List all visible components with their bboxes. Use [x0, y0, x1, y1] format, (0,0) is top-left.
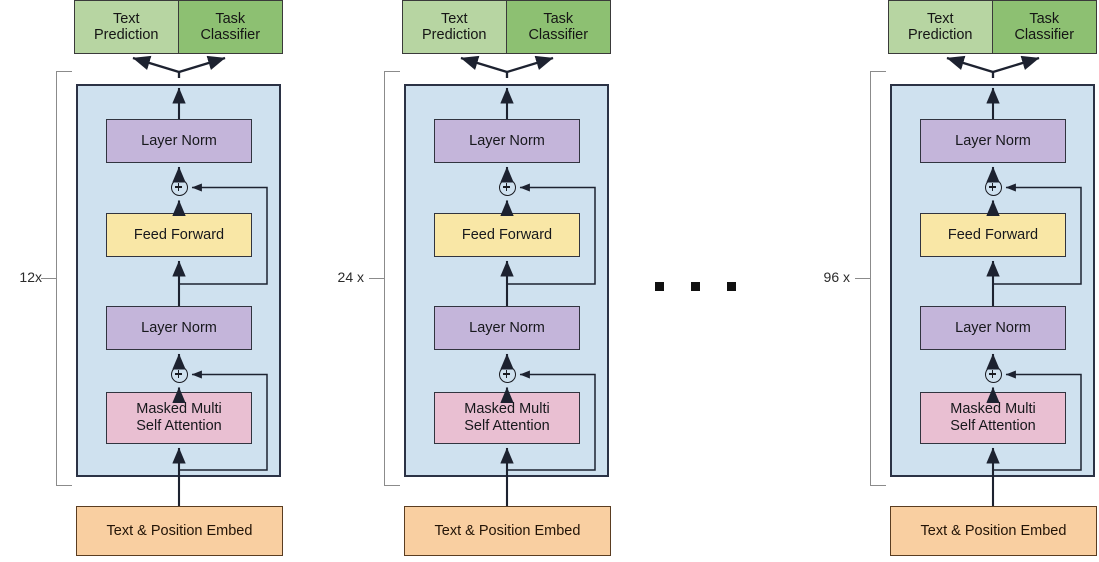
layer-norm-bottom-box[interactable]: Layer Norm [920, 306, 1066, 350]
text-position-embed-label: Text & Position Embed [106, 522, 253, 539]
masked-attention-label: Masked Multi Self Attention [950, 401, 1036, 434]
output-heads-group: Text Prediction Task Classifier [888, 0, 1097, 54]
diagram-canvas: Text Prediction Task Classifier 12x Laye… [0, 0, 1099, 562]
feed-forward-box[interactable]: Feed Forward [434, 213, 580, 257]
text-prediction-head[interactable]: Text Prediction [889, 1, 993, 53]
layer-norm-bottom-label: Layer Norm [955, 319, 1031, 336]
text-position-embed-box[interactable]: Text & Position Embed [404, 506, 611, 556]
transformer-column-24x: Text Prediction Task Classifier 24 x Lay… [328, 0, 628, 562]
text-prediction-label: Text Prediction [422, 10, 487, 43]
repeat-bracket-tick [41, 278, 57, 279]
task-classifier-head[interactable]: Task Classifier [178, 1, 282, 53]
repeat-count-label: 24 x [337, 269, 364, 285]
residual-add-bottom-icon [170, 366, 188, 383]
masked-attention-label: Masked Multi Self Attention [464, 401, 550, 434]
feed-forward-label: Feed Forward [461, 226, 553, 243]
feed-forward-label: Feed Forward [947, 226, 1039, 243]
layer-norm-bottom-label: Layer Norm [469, 319, 545, 336]
repeat-bracket [56, 71, 72, 486]
text-prediction-label: Text Prediction [94, 10, 159, 43]
more-columns-ellipsis [655, 282, 745, 294]
transformer-column-12x: Text Prediction Task Classifier 12x Laye… [0, 0, 300, 562]
text-prediction-label: Text Prediction [908, 10, 973, 43]
text-position-embed-box[interactable]: Text & Position Embed [890, 506, 1097, 556]
repeat-bracket-tick [369, 278, 385, 279]
task-classifier-label: Task Classifier [200, 10, 261, 43]
feed-forward-label: Feed Forward [133, 226, 225, 243]
layer-norm-bottom-label: Layer Norm [141, 319, 217, 336]
text-prediction-head[interactable]: Text Prediction [75, 1, 179, 53]
task-classifier-label: Task Classifier [528, 10, 589, 43]
output-heads-group: Text Prediction Task Classifier [402, 0, 611, 54]
layer-norm-bottom-box[interactable]: Layer Norm [106, 306, 252, 350]
feed-forward-box[interactable]: Feed Forward [920, 213, 1066, 257]
layer-norm-bottom-box[interactable]: Layer Norm [434, 306, 580, 350]
repeat-bracket-tick [855, 278, 871, 279]
feed-forward-box[interactable]: Feed Forward [106, 213, 252, 257]
layer-norm-top-box[interactable]: Layer Norm [106, 119, 252, 163]
text-prediction-head[interactable]: Text Prediction [403, 1, 507, 53]
text-position-embed-label: Text & Position Embed [920, 522, 1067, 539]
residual-add-bottom-icon [498, 366, 516, 383]
repeat-bracket [384, 71, 400, 486]
layer-norm-top-box[interactable]: Layer Norm [920, 119, 1066, 163]
task-classifier-label: Task Classifier [1014, 10, 1075, 43]
repeat-count-label: 12x [19, 269, 42, 285]
task-classifier-head[interactable]: Task Classifier [506, 1, 610, 53]
text-position-embed-box[interactable]: Text & Position Embed [76, 506, 283, 556]
masked-multi-self-attention-box[interactable]: Masked Multi Self Attention [920, 392, 1066, 444]
text-position-embed-label: Text & Position Embed [434, 522, 581, 539]
residual-add-top-icon [498, 179, 516, 196]
repeat-count-label: 96 x [823, 269, 850, 285]
output-heads-group: Text Prediction Task Classifier [74, 0, 283, 54]
layer-norm-top-label: Layer Norm [955, 132, 1031, 149]
ellipsis-dot [727, 282, 736, 291]
masked-attention-label: Masked Multi Self Attention [136, 401, 222, 434]
repeat-bracket [870, 71, 886, 486]
layer-norm-top-box[interactable]: Layer Norm [434, 119, 580, 163]
ellipsis-dot [691, 282, 700, 291]
ellipsis-dot [655, 282, 664, 291]
masked-multi-self-attention-box[interactable]: Masked Multi Self Attention [106, 392, 252, 444]
layer-norm-top-label: Layer Norm [469, 132, 545, 149]
residual-add-top-icon [984, 179, 1002, 196]
transformer-column-96x: Text Prediction Task Classifier 96 x Lay… [814, 0, 1099, 562]
layer-norm-top-label: Layer Norm [141, 132, 217, 149]
masked-multi-self-attention-box[interactable]: Masked Multi Self Attention [434, 392, 580, 444]
task-classifier-head[interactable]: Task Classifier [992, 1, 1096, 53]
residual-add-top-icon [170, 179, 188, 196]
residual-add-bottom-icon [984, 366, 1002, 383]
